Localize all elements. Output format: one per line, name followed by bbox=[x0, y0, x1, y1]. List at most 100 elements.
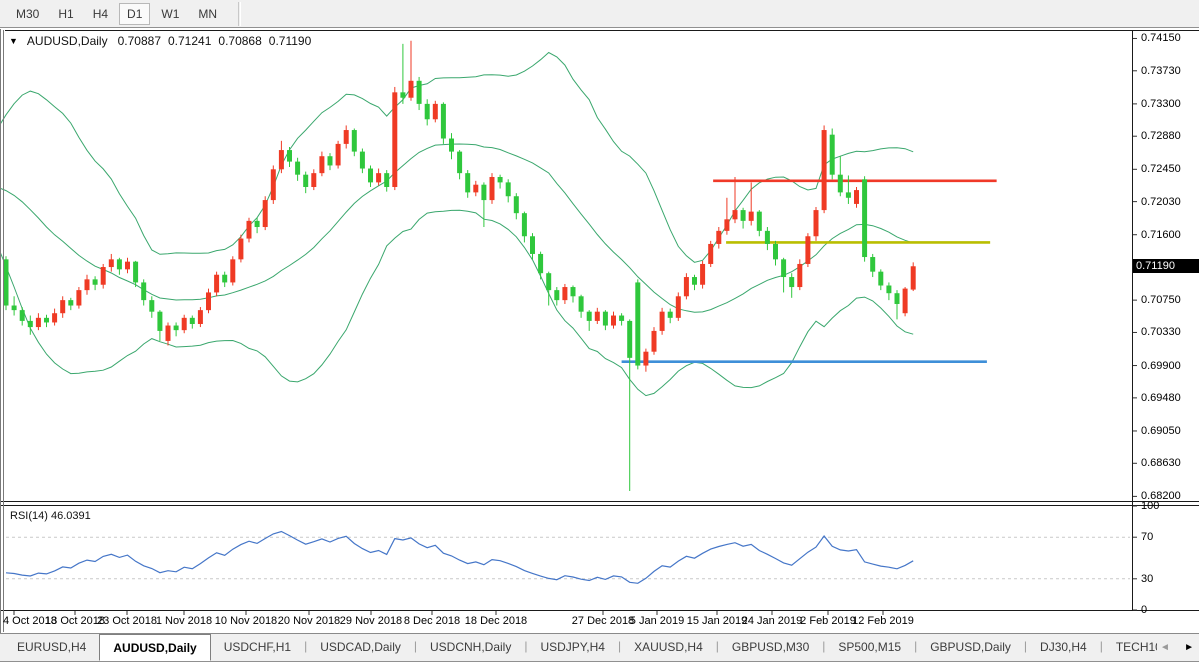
candle-body bbox=[409, 81, 414, 98]
candle-body bbox=[522, 213, 527, 236]
candle-body bbox=[895, 293, 900, 304]
main-chart-pane[interactable] bbox=[5, 30, 1132, 501]
candle-body bbox=[700, 264, 705, 285]
candle-body bbox=[336, 144, 341, 166]
ohlc-close: 0.71190 bbox=[269, 34, 312, 48]
candle-body bbox=[303, 175, 308, 187]
candle-body bbox=[238, 239, 243, 260]
chart-tab-gbpusd-daily[interactable]: GBPUSD,Daily bbox=[917, 634, 1024, 661]
chart-tab-usdchf-h1[interactable]: USDCHF,H1 bbox=[211, 634, 304, 661]
candle-body bbox=[457, 152, 462, 174]
candle-body bbox=[830, 135, 835, 175]
candle-body bbox=[789, 277, 794, 287]
candle-body bbox=[449, 139, 454, 152]
candle-body bbox=[255, 221, 260, 227]
chart-tab-dj30-h4[interactable]: DJ30,H4 bbox=[1027, 634, 1100, 661]
price-tick-label: 0.69050 bbox=[1141, 425, 1181, 437]
candle-body bbox=[133, 262, 138, 283]
candle-body bbox=[473, 185, 478, 193]
candle-body bbox=[93, 279, 98, 284]
price-tick-label: 0.72880 bbox=[1141, 130, 1181, 142]
candle-body bbox=[214, 275, 219, 293]
chart-collapse-icon[interactable]: ▼ bbox=[9, 36, 18, 46]
price-tick-label: 0.72030 bbox=[1141, 196, 1181, 208]
candle-body bbox=[400, 92, 405, 97]
candle-body bbox=[814, 210, 819, 236]
candle-body bbox=[263, 200, 268, 227]
candle-body bbox=[28, 321, 33, 327]
candle-body bbox=[708, 244, 713, 264]
candle-body bbox=[741, 210, 746, 221]
chart-tab-usdjpy-h4[interactable]: USDJPY,H4 bbox=[527, 634, 617, 661]
candle-body bbox=[166, 326, 171, 341]
tab-scroll-right-icon[interactable]: ► bbox=[1184, 642, 1194, 653]
candle-body bbox=[538, 254, 543, 273]
candle-body bbox=[425, 104, 430, 119]
candle-body bbox=[862, 179, 867, 257]
candle-body bbox=[652, 331, 657, 352]
candle-body bbox=[846, 192, 851, 197]
candle-body bbox=[668, 312, 673, 318]
chart-tab-gbpusd-m30[interactable]: GBPUSD,M30 bbox=[719, 634, 822, 661]
candle-body bbox=[676, 296, 681, 318]
price-tick-label: 0.74150 bbox=[1141, 32, 1181, 44]
chart-tabbar: EURUSD,H4AUDUSD,DailyUSDCHF,H1|USDCAD,Da… bbox=[0, 633, 1199, 662]
candle-body bbox=[60, 300, 65, 313]
tab-scroll-left-icon[interactable]: ◄ bbox=[1160, 642, 1170, 653]
candle-body bbox=[417, 81, 422, 104]
candle-body bbox=[805, 236, 810, 264]
chart-tab-eurusd-h4[interactable]: EURUSD,H4 bbox=[4, 634, 99, 661]
chart-tab-usdcad-daily[interactable]: USDCAD,Daily bbox=[307, 634, 414, 661]
chart-tab-xauusd-h4[interactable]: XAUUSD,H4 bbox=[621, 634, 716, 661]
price-tick-label: 0.69480 bbox=[1141, 392, 1181, 404]
price-tick-label: 0.70330 bbox=[1141, 326, 1181, 338]
time-axis[interactable]: 4 Oct 201813 Oct 201823 Oct 20181 Nov 20… bbox=[0, 611, 1132, 632]
candle-body bbox=[222, 275, 227, 283]
candle-body bbox=[76, 290, 81, 305]
time-tick-label: 8 Dec 2018 bbox=[397, 615, 467, 627]
candle-body bbox=[757, 212, 762, 231]
candle-body bbox=[886, 286, 891, 294]
candlestick-chart[interactable] bbox=[0, 0, 1199, 663]
candle-body bbox=[319, 156, 324, 173]
price-tick-label: 0.73730 bbox=[1141, 65, 1181, 77]
time-tick-label: 18 Dec 2018 bbox=[461, 615, 531, 627]
time-tick-label: 20 Nov 2018 bbox=[274, 615, 344, 627]
candle-body bbox=[514, 196, 519, 213]
candle-body bbox=[271, 169, 276, 200]
candle-body bbox=[781, 259, 786, 277]
candle-body bbox=[903, 289, 908, 314]
ohlc-low: 0.70868 bbox=[218, 34, 261, 48]
chart-tab-usdcnh-daily[interactable]: USDCNH,Daily bbox=[417, 634, 524, 661]
candle-body bbox=[546, 273, 551, 290]
candle-body bbox=[716, 231, 721, 244]
candle-body bbox=[562, 287, 567, 300]
candle-body bbox=[684, 277, 689, 296]
candle-body bbox=[433, 104, 438, 119]
candle-body bbox=[530, 236, 535, 254]
candle-body bbox=[344, 130, 349, 144]
candle-body bbox=[465, 173, 470, 192]
candle-body bbox=[854, 190, 859, 204]
price-tick-label: 0.69900 bbox=[1141, 360, 1181, 372]
candle-body bbox=[117, 259, 122, 269]
candle-body bbox=[206, 292, 211, 310]
candle-body bbox=[20, 310, 25, 321]
candle-body bbox=[773, 244, 778, 259]
candle-body bbox=[595, 312, 600, 321]
candle-body bbox=[101, 267, 106, 285]
candle-body bbox=[692, 277, 697, 285]
price-axis[interactable]: 0.741500.737300.733000.728800.724500.720… bbox=[1133, 30, 1199, 610]
chart-tab-sp500-m15[interactable]: SP500,M15 bbox=[825, 634, 914, 661]
rsi-pane[interactable] bbox=[5, 506, 1132, 610]
time-tick-label: 1 Nov 2018 bbox=[149, 615, 219, 627]
candle-body bbox=[838, 175, 843, 193]
candle-body bbox=[328, 156, 333, 165]
candle-body bbox=[765, 231, 770, 244]
candle-body bbox=[360, 152, 365, 169]
current-price-tag: 0.71190 bbox=[1133, 259, 1199, 273]
price-tick-label: 0.70750 bbox=[1141, 294, 1181, 306]
chart-tab-audusd-daily[interactable]: AUDUSD,Daily bbox=[99, 634, 210, 661]
candle-body bbox=[878, 272, 883, 286]
rsi-indicator-label: RSI(14) 46.0391 bbox=[10, 510, 91, 522]
